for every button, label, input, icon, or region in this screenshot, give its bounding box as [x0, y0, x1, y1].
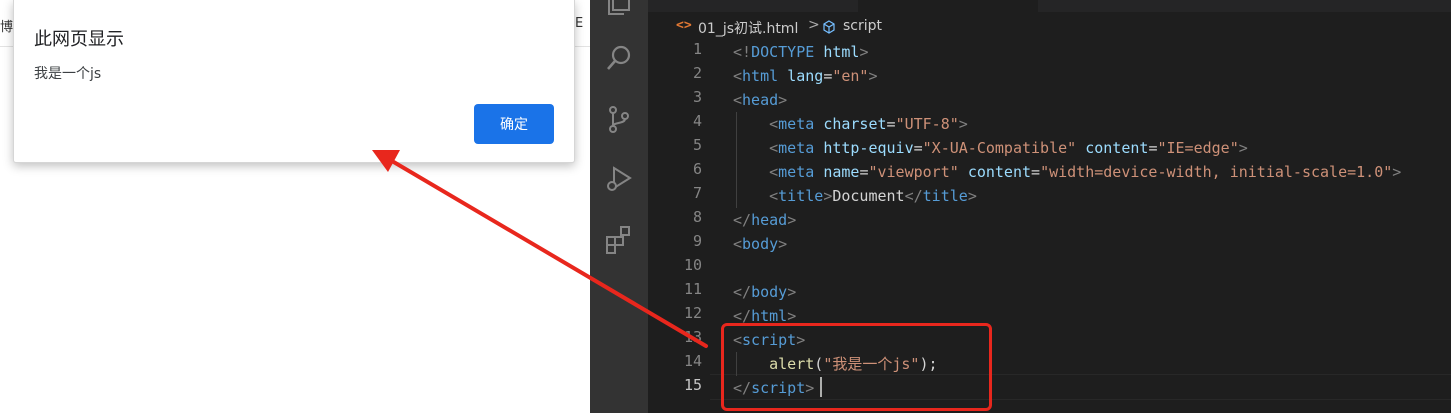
html-file-icon: <> — [676, 18, 692, 33]
line-number: 6 — [692, 160, 702, 178]
line-number: 14 — [683, 352, 702, 370]
line-number: 11 — [683, 280, 702, 298]
alert-dialog: 此网页显示 我是一个js 确定 — [13, 0, 575, 163]
line-number-current: 15 — [683, 376, 702, 394]
line-number: 8 — [692, 208, 702, 226]
code-line-8: </head> — [733, 211, 797, 229]
browser-toolbar-partial: E — [575, 16, 584, 31]
activity-bar — [590, 0, 648, 413]
editor-tab-bar — [648, 0, 1451, 12]
code-editor: <> 01_js初试.html > script 1 2 3 4 5 6 7 8… — [590, 0, 1451, 413]
line-number: 13 — [683, 328, 702, 346]
line-number-gutter: 1 2 3 4 5 6 7 8 9 10 11 12 13 14 15 — [648, 40, 710, 413]
code-line-6: <meta name="viewport" content="width=dev… — [769, 163, 1402, 181]
ok-button[interactable]: 确定 — [474, 104, 554, 144]
dialog-title: 此网页显示 — [34, 29, 124, 50]
code-line-9: <body> — [733, 235, 788, 253]
browser-viewport: 博 E 此网页显示 我是一个js 确定 — [0, 0, 590, 413]
extensions-icon[interactable] — [603, 223, 635, 255]
line-number: 10 — [683, 256, 702, 274]
browser-tab-label-partial[interactable]: 博 — [0, 16, 13, 35]
search-icon[interactable] — [603, 42, 635, 74]
code-line-11: </body> — [733, 283, 797, 301]
line-number: 7 — [692, 184, 702, 202]
code-line-4: <meta charset="UTF-8"> — [769, 115, 968, 133]
line-number: 4 — [692, 112, 702, 130]
breadcrumb-separator: > — [808, 17, 820, 33]
annotation-highlight-box — [721, 323, 992, 411]
line-number: 3 — [692, 88, 702, 106]
line-number: 9 — [692, 232, 702, 250]
code-line-5: <meta http-equiv="X-UA-Compatible" conte… — [769, 139, 1248, 157]
code-line-3: <head> — [733, 91, 788, 109]
source-control-icon[interactable] — [603, 103, 635, 135]
code-line-2: <html lang="en"> — [733, 67, 878, 85]
active-tab[interactable] — [858, 0, 1038, 12]
script-symbol-icon — [822, 20, 836, 34]
dialog-message: 我是一个js — [34, 66, 102, 82]
line-number: 5 — [692, 136, 702, 154]
breadcrumb-file[interactable]: 01_js初试.html — [698, 18, 798, 38]
code-line-7: <title>Document</title> — [769, 187, 977, 205]
line-number: 12 — [683, 304, 702, 322]
explorer-icon[interactable] — [603, 0, 635, 18]
run-debug-icon[interactable] — [603, 163, 635, 195]
line-number: 2 — [692, 64, 702, 82]
line-number: 1 — [692, 40, 702, 58]
breadcrumb-symbol[interactable]: script — [843, 18, 882, 34]
code-line-1: <!DOCTYPE html> — [733, 43, 869, 61]
breadcrumb: <> 01_js初试.html > script — [648, 14, 1451, 42]
